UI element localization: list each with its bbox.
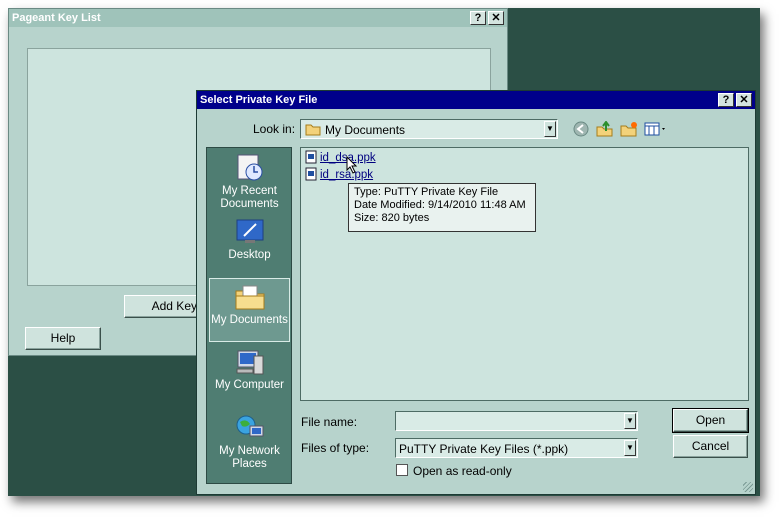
look-in-label: Look in: bbox=[253, 122, 296, 136]
file-info-tooltip: Type: PuTTY Private Key File Date Modifi… bbox=[348, 183, 536, 232]
read-only-checkbox[interactable] bbox=[396, 464, 408, 476]
file-name-label: File name: bbox=[301, 415, 358, 429]
read-only-label: Open as read-only bbox=[413, 464, 512, 478]
pageant-close-button[interactable]: ✕ bbox=[488, 11, 504, 25]
dialog-help-button[interactable]: ? bbox=[718, 93, 734, 107]
help-button[interactable]: Help bbox=[25, 327, 101, 350]
pageant-titlebar[interactable]: Pageant Key List bbox=[9, 9, 507, 27]
chevron-down-icon[interactable]: ▼ bbox=[544, 121, 556, 137]
chevron-down-icon[interactable]: ▼ bbox=[624, 440, 636, 456]
select-private-key-dialog: Select Private Key File ? ✕ Look in: My … bbox=[196, 90, 756, 495]
pageant-title: Pageant Key List bbox=[12, 12, 101, 24]
mouse-cursor-icon bbox=[346, 156, 358, 174]
cancel-button[interactable]: Cancel bbox=[673, 435, 748, 458]
network-places-icon bbox=[236, 415, 263, 437]
place-recent-documents[interactable]: My Recent Documents bbox=[209, 150, 290, 214]
file-item[interactable]: id_rsa.ppk bbox=[305, 167, 373, 182]
look-in-dropdown[interactable]: My Documents ▼ bbox=[300, 119, 558, 139]
new-folder-icon[interactable] bbox=[620, 121, 638, 137]
view-menu-icon[interactable] bbox=[644, 121, 668, 137]
file-item[interactable]: id_dsa.ppk bbox=[305, 150, 376, 165]
place-network-places[interactable]: My Network Places bbox=[209, 410, 290, 474]
places-bar: My Recent Documents Desktop My Documents bbox=[206, 147, 292, 484]
up-folder-icon[interactable] bbox=[596, 121, 614, 137]
putty-key-file-icon bbox=[305, 167, 317, 181]
folder-icon bbox=[305, 124, 321, 136]
back-icon[interactable] bbox=[573, 121, 591, 137]
putty-key-file-icon bbox=[305, 150, 317, 164]
place-label: My Computer bbox=[214, 379, 285, 391]
dialog-title: Select Private Key File bbox=[200, 94, 318, 106]
place-label: My Recent Documents bbox=[220, 185, 279, 210]
place-label: My Network Places bbox=[219, 445, 280, 470]
files-of-type-value: PuTTY Private Key Files (*.ppk) bbox=[399, 442, 569, 456]
chevron-down-icon[interactable]: ▼ bbox=[624, 413, 636, 429]
my-documents-icon bbox=[235, 285, 264, 310]
dialog-close-button[interactable]: ✕ bbox=[736, 93, 752, 107]
place-label: Desktop bbox=[228, 249, 271, 261]
place-label: My Documents bbox=[211, 314, 288, 326]
tooltip-date: Date Modified: 9/14/2010 11:48 AM bbox=[354, 199, 526, 211]
open-button[interactable]: Open bbox=[672, 408, 749, 433]
file-name-input[interactable]: ▼ bbox=[395, 411, 638, 431]
recent-documents-icon bbox=[237, 154, 262, 181]
dialog-titlebar[interactable]: Select Private Key File bbox=[197, 91, 755, 109]
my-computer-icon bbox=[236, 350, 263, 375]
place-desktop[interactable]: Desktop bbox=[209, 214, 290, 278]
look-in-value: My Documents bbox=[325, 123, 406, 137]
desktop-icon bbox=[236, 219, 263, 243]
pageant-help-button[interactable]: ? bbox=[470, 11, 486, 25]
files-of-type-dropdown[interactable]: PuTTY Private Key Files (*.ppk) ▼ bbox=[395, 438, 638, 458]
place-my-documents[interactable]: My Documents bbox=[209, 278, 290, 342]
tooltip-size: Size: 820 bytes bbox=[354, 212, 430, 224]
place-my-computer[interactable]: My Computer bbox=[209, 344, 290, 408]
tooltip-type: Type: PuTTY Private Key File bbox=[354, 186, 499, 198]
resize-grip-icon[interactable] bbox=[743, 482, 753, 492]
files-of-type-label: Files of type: bbox=[301, 441, 370, 455]
